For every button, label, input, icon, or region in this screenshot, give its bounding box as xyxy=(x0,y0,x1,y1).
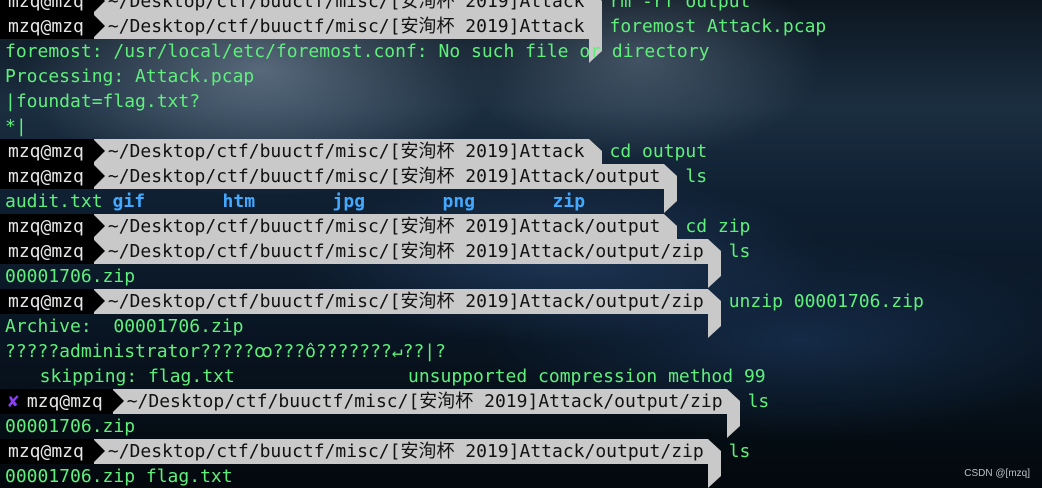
prompt-user-segment: ✘ mzq@mzq xyxy=(0,389,113,414)
output-text: Processing: Attack.pcap xyxy=(5,66,255,87)
command-text[interactable]: ls xyxy=(748,389,770,414)
output-line: Processing: Attack.pcap xyxy=(0,64,1042,89)
output-line: 00001706.zip flag.txt xyxy=(0,464,1042,488)
output-text: |foundat=flag.txt? xyxy=(5,91,201,112)
prompt-username: mzq@mzq xyxy=(8,291,84,312)
watermark: CSDN @[mzq] xyxy=(964,468,1030,479)
skip-reason: unsupported compression method 99 xyxy=(408,366,766,387)
prompt-user-segment: mzq@mzq xyxy=(0,439,94,464)
file-entry: audit.txt xyxy=(5,191,103,212)
prompt-username: mzq@mzq xyxy=(8,441,84,462)
command-text[interactable]: ls xyxy=(729,239,751,264)
command-text[interactable]: rm -rf output xyxy=(610,0,751,14)
output-text: 00001706.zip xyxy=(5,416,136,437)
output-line: |foundat=flag.txt? xyxy=(0,89,1042,114)
output-line: skipping: flag.txt unsupported compressio… xyxy=(0,364,1042,389)
prompt-path: ~/Desktop/ctf/buuctf/misc/[安洵杯 2019]Atta… xyxy=(92,214,665,239)
prompt-line: mzq@mzq ~/Desktop/ctf/buuctf/misc/[安洵杯 20… xyxy=(0,239,1042,288)
prompt-username: mzq@mzq xyxy=(8,16,84,37)
command-text[interactable]: cd output xyxy=(610,139,708,164)
output-text: 00001706.zip xyxy=(5,266,136,287)
prompt-path: ~/Desktop/ctf/buuctf/misc/[安洵杯 2019]Atta… xyxy=(92,0,589,14)
prompt-path: ~/Desktop/ctf/buuctf/misc/[安洵杯 2019]Atta… xyxy=(111,389,727,414)
prompt-username: mzq@mzq xyxy=(8,216,84,237)
output-text: ?????administrator?????ꝏ???ô???????↵??|? xyxy=(5,341,446,362)
prompt-line: mzq@mzq ~/Desktop/ctf/buuctf/misc/[安洵杯 20… xyxy=(0,164,1042,213)
skip-message: skipping: flag.txt xyxy=(18,366,235,387)
command-text[interactable]: cd zip xyxy=(685,214,750,239)
prompt-line: mzq@mzq ~/Desktop/ctf/buuctf/misc/[安洵杯 20… xyxy=(0,214,1042,263)
prompt-user-segment: mzq@mzq xyxy=(0,289,94,314)
directory-entry: png xyxy=(442,191,476,212)
output-line: 00001706.zip xyxy=(0,264,1042,289)
directory-entry: htm xyxy=(222,191,256,212)
prompt-user-segment: mzq@mzq xyxy=(0,14,94,39)
prompt-username: mzq@mzq xyxy=(8,241,84,262)
output-line: *| xyxy=(0,114,1042,139)
error-status-icon: ✘ xyxy=(8,391,19,412)
command-text[interactable]: foremost Attack.pcap xyxy=(610,14,827,39)
prompt-line: mzq@mzq ~/Desktop/ctf/buuctf/misc/[安洵杯 20… xyxy=(0,439,1042,488)
prompt-username: mzq@mzq xyxy=(26,391,103,412)
prompt-user-segment: mzq@mzq xyxy=(0,214,94,239)
terminal-output: mzq@mzq ~/Desktop/ctf/buuctf/misc/[安洵杯 20… xyxy=(0,0,1042,488)
prompt-user-segment: mzq@mzq xyxy=(0,239,94,264)
directory-entry: gif xyxy=(112,191,146,212)
directory-entry: jpg xyxy=(332,191,366,212)
prompt-line: mzq@mzq ~/Desktop/ctf/buuctf/misc/[安洵杯 20… xyxy=(0,0,1042,38)
directory-entry: zip xyxy=(552,191,586,212)
prompt-line: ✘ mzq@mzq ~/Desktop/ctf/buuctf/misc/[安洵杯 2… xyxy=(0,389,1042,438)
output-line: 00001706.zip xyxy=(0,414,1042,439)
prompt-user-segment: mzq@mzq xyxy=(0,139,94,164)
command-text[interactable]: ls xyxy=(729,439,751,464)
prompt-username: mzq@mzq xyxy=(8,166,84,187)
command-text[interactable]: unzip 00001706.zip xyxy=(729,289,924,314)
prompt-user-segment: mzq@mzq xyxy=(0,0,94,14)
prompt-line: mzq@mzq ~/Desktop/ctf/buuctf/misc/[安洵杯 20… xyxy=(0,139,1042,188)
prompt-path: ~/Desktop/ctf/buuctf/misc/[安洵杯 2019]Atta… xyxy=(92,439,708,464)
output-line: Archive: 00001706.zip xyxy=(0,314,1042,339)
output-text: foremost: /usr/local/etc/foremost.conf: … xyxy=(5,41,710,62)
output-text: 00001706.zip flag.txt xyxy=(5,466,233,487)
prompt-path: ~/Desktop/ctf/buuctf/misc/[安洵杯 2019]Atta… xyxy=(92,239,708,264)
prompt-user-segment: mzq@mzq xyxy=(0,164,94,189)
prompt-path: ~/Desktop/ctf/buuctf/misc/[安洵杯 2019]Atta… xyxy=(92,14,589,39)
prompt-username: mzq@mzq xyxy=(8,141,84,162)
output-text: Archive: 00001706.zip xyxy=(5,316,244,337)
output-line: foremost: /usr/local/etc/foremost.conf: … xyxy=(0,39,1042,64)
output-line: ?????administrator?????ꝏ???ô???????↵??|? xyxy=(0,339,1042,364)
prompt-path: ~/Desktop/ctf/buuctf/misc/[安洵杯 2019]Atta… xyxy=(92,139,589,164)
prompt-path: ~/Desktop/ctf/buuctf/misc/[安洵杯 2019]Atta… xyxy=(92,289,708,314)
output-text: *| xyxy=(5,116,27,137)
terminal-window[interactable]: mzq@mzq ~/Desktop/ctf/buuctf/misc/[安洵杯 20… xyxy=(0,0,1042,488)
output-line: audit.txt gif htm jpg png zip xyxy=(0,189,1042,214)
prompt-username: mzq@mzq xyxy=(8,0,84,12)
prompt-line: mzq@mzq ~/Desktop/ctf/buuctf/misc/[安洵杯 20… xyxy=(0,289,1042,338)
prompt-path: ~/Desktop/ctf/buuctf/misc/[安洵杯 2019]Atta… xyxy=(92,164,665,189)
command-text[interactable]: ls xyxy=(685,164,707,189)
prompt-line: mzq@mzq ~/Desktop/ctf/buuctf/misc/[安洵杯 20… xyxy=(0,14,1042,63)
